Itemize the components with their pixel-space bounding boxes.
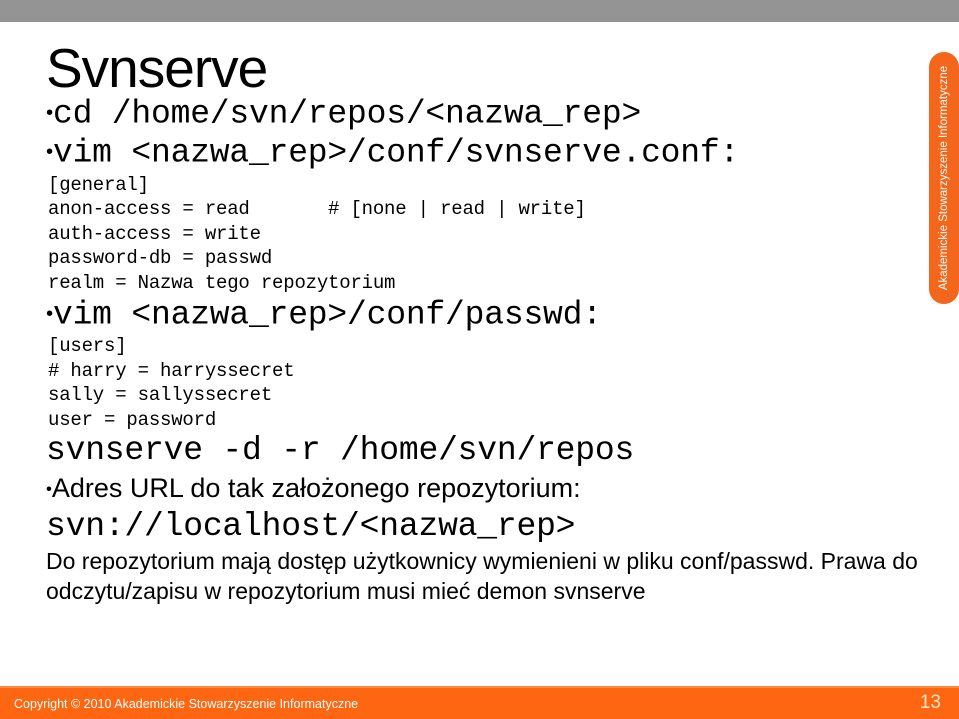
bullet-line-cd: •cd /home/svn/repos/<nazwa_rep>: [46, 94, 926, 133]
page-title: Svnserve: [46, 37, 268, 99]
note-paragraph: Do repozytorium mają dostęp użytkownicy …: [46, 547, 918, 604]
top-gray-band: [0, 0, 959, 22]
passwd-line: # harry = harryssecret: [48, 359, 295, 382]
slide-body: •cd /home/svn/repos/<nazwa_rep> •vim <na…: [46, 94, 926, 606]
conf-line: [general]: [48, 173, 149, 196]
conf-line: anon-access = read # [none | read | writ…: [48, 198, 586, 221]
bullet-dot-icon: •: [46, 302, 53, 326]
bullet-dot-icon: •: [46, 140, 53, 164]
conf-line: realm = Nazwa tego repozytorium: [48, 271, 396, 294]
repository-url: svn://localhost/<nazwa_rep>: [46, 507, 576, 545]
bullet-line-vim-passwd-text: vim <nazwa_rep>/conf/passwd:: [52, 296, 602, 334]
passwd-line: [users]: [48, 335, 127, 358]
bullet-line-cd-text: cd /home/svn/repos/<nazwa_rep>: [52, 95, 642, 133]
footer-page-number: 13: [919, 692, 941, 713]
slide-content: Svnserve •cd /home/svn/repos/<nazwa_rep>…: [0, 22, 959, 686]
conf-line: auth-access = write: [48, 222, 261, 245]
bullet-dot-icon: •: [46, 101, 53, 124]
bullet-line-vim-conf: •vim <nazwa_rep>/conf/svnserve.conf:: [46, 133, 926, 172]
footer-copyright: Copyright © 2010 Akademickie Stowarzysze…: [14, 697, 359, 711]
passwd-line: user = password: [48, 408, 217, 431]
conf-line: password-db = passwd: [48, 247, 273, 270]
presentation-slide: Akademickie Stowarzyszenie Informatyczne…: [0, 0, 959, 719]
command-svnserve: svnserve -d -r /home/svn/repos: [46, 432, 635, 470]
bullet-line-url: •Adres URL do tak założonego repozytoriu…: [46, 470, 926, 507]
bullet-line-url-text: Adres URL do tak założonego repozytorium…: [51, 473, 581, 504]
bullet-line-vim-conf-text: vim <nazwa_rep>/conf/svnserve.conf:: [52, 134, 740, 172]
slide-footer: Copyright © 2010 Akademickie Stowarzysze…: [0, 686, 959, 719]
svnserve-conf-block: [general] anon-access = read # [none | r…: [46, 173, 926, 296]
passwd-line: sally = sallyssecret: [48, 384, 273, 407]
bullet-line-vim-passwd: •vim <nazwa_rep>/conf/passwd:: [46, 295, 926, 334]
passwd-file-block: [users] # harry = harryssecret sally = s…: [46, 334, 926, 432]
